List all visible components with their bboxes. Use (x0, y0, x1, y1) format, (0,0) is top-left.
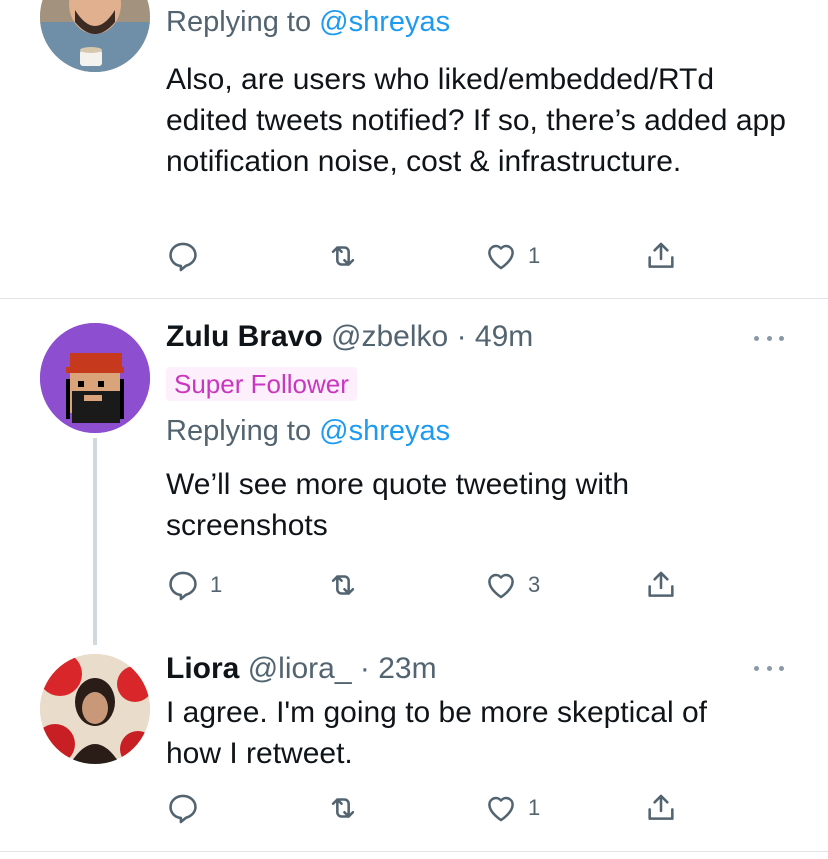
replying-to: Replying to @shreyas (166, 4, 788, 40)
tweet-text: I agree. I'm going to be more skeptical … (166, 696, 708, 770)
share-button[interactable] (644, 565, 678, 605)
like-button[interactable]: 1 (484, 236, 540, 276)
reply-icon (169, 242, 197, 272)
reply-button[interactable] (166, 236, 210, 276)
avatar[interactable] (40, 0, 150, 72)
display-name[interactable]: Liora (166, 652, 239, 685)
timestamp[interactable]: · 49m (457, 320, 534, 353)
retweet-icon (331, 246, 355, 266)
replying-to-handle[interactable]: @shreyas (319, 415, 450, 447)
reply-icon (169, 571, 197, 601)
retweet-button[interactable] (326, 236, 370, 276)
replying-to-label: Replying to (166, 6, 312, 38)
retweet-button[interactable] (326, 788, 370, 828)
retweet-icon (331, 798, 355, 818)
more-options-icon (754, 335, 759, 341)
reply-icon (169, 794, 197, 824)
retweet-icon (331, 575, 355, 595)
share-button[interactable] (644, 788, 678, 828)
tweet-1[interactable]: Replying to @shreyas Also, are users who… (0, 0, 828, 298)
more-options-icon (754, 665, 759, 671)
tweet-actions: 1 3 (166, 565, 686, 605)
tweet-divider (0, 851, 828, 852)
tweet-header: Liora @liora_ · 23m (166, 651, 788, 687)
avatar[interactable] (40, 323, 150, 433)
share-icon (648, 794, 674, 820)
like-button[interactable]: 1 (484, 788, 540, 828)
more-options-button[interactable] (754, 663, 784, 673)
timestamp[interactable]: · 23m (360, 652, 437, 685)
reply-count: 1 (210, 572, 223, 597)
share-icon (648, 571, 674, 597)
reply-button[interactable] (166, 788, 210, 828)
tweet-header: Zulu Bravo @zbelko · 49m (166, 319, 788, 355)
reply-button[interactable]: 1 (166, 565, 222, 605)
retweet-button[interactable] (326, 565, 370, 605)
tweet-text: Also, are users who liked/embedded/RTd e… (166, 63, 786, 178)
tweet-2[interactable]: Zulu Bravo @zbelko · 49m Super Follower … (0, 299, 828, 649)
replying-to: Replying to @shreyas (166, 413, 788, 449)
like-count: 1 (528, 243, 541, 268)
share-button[interactable] (644, 236, 678, 276)
replying-to-handle[interactable]: @shreyas (319, 6, 450, 38)
tweet-actions: 1 (166, 788, 686, 828)
username[interactable]: @liora_ (248, 652, 352, 685)
username[interactable]: @zbelko (331, 320, 448, 353)
like-icon (488, 796, 514, 822)
display-name[interactable]: Zulu Bravo (166, 320, 323, 353)
replying-to-label: Replying to (166, 415, 312, 447)
more-options-button[interactable] (754, 333, 784, 343)
tweet-actions: 1 (166, 236, 686, 276)
share-icon (648, 242, 674, 268)
tweet-text: We’ll see more quote tweeting with scree… (166, 468, 630, 542)
avatar[interactable] (40, 654, 150, 764)
like-count: 1 (528, 795, 541, 820)
like-button[interactable]: 3 (484, 565, 540, 605)
like-icon (488, 244, 514, 270)
super-follower-badge: Super Follower (166, 367, 357, 401)
like-count: 3 (528, 572, 541, 597)
tweet-3[interactable]: Liora @liora_ · 23m I agree. I'm going t… (0, 649, 828, 851)
like-icon (488, 573, 514, 599)
